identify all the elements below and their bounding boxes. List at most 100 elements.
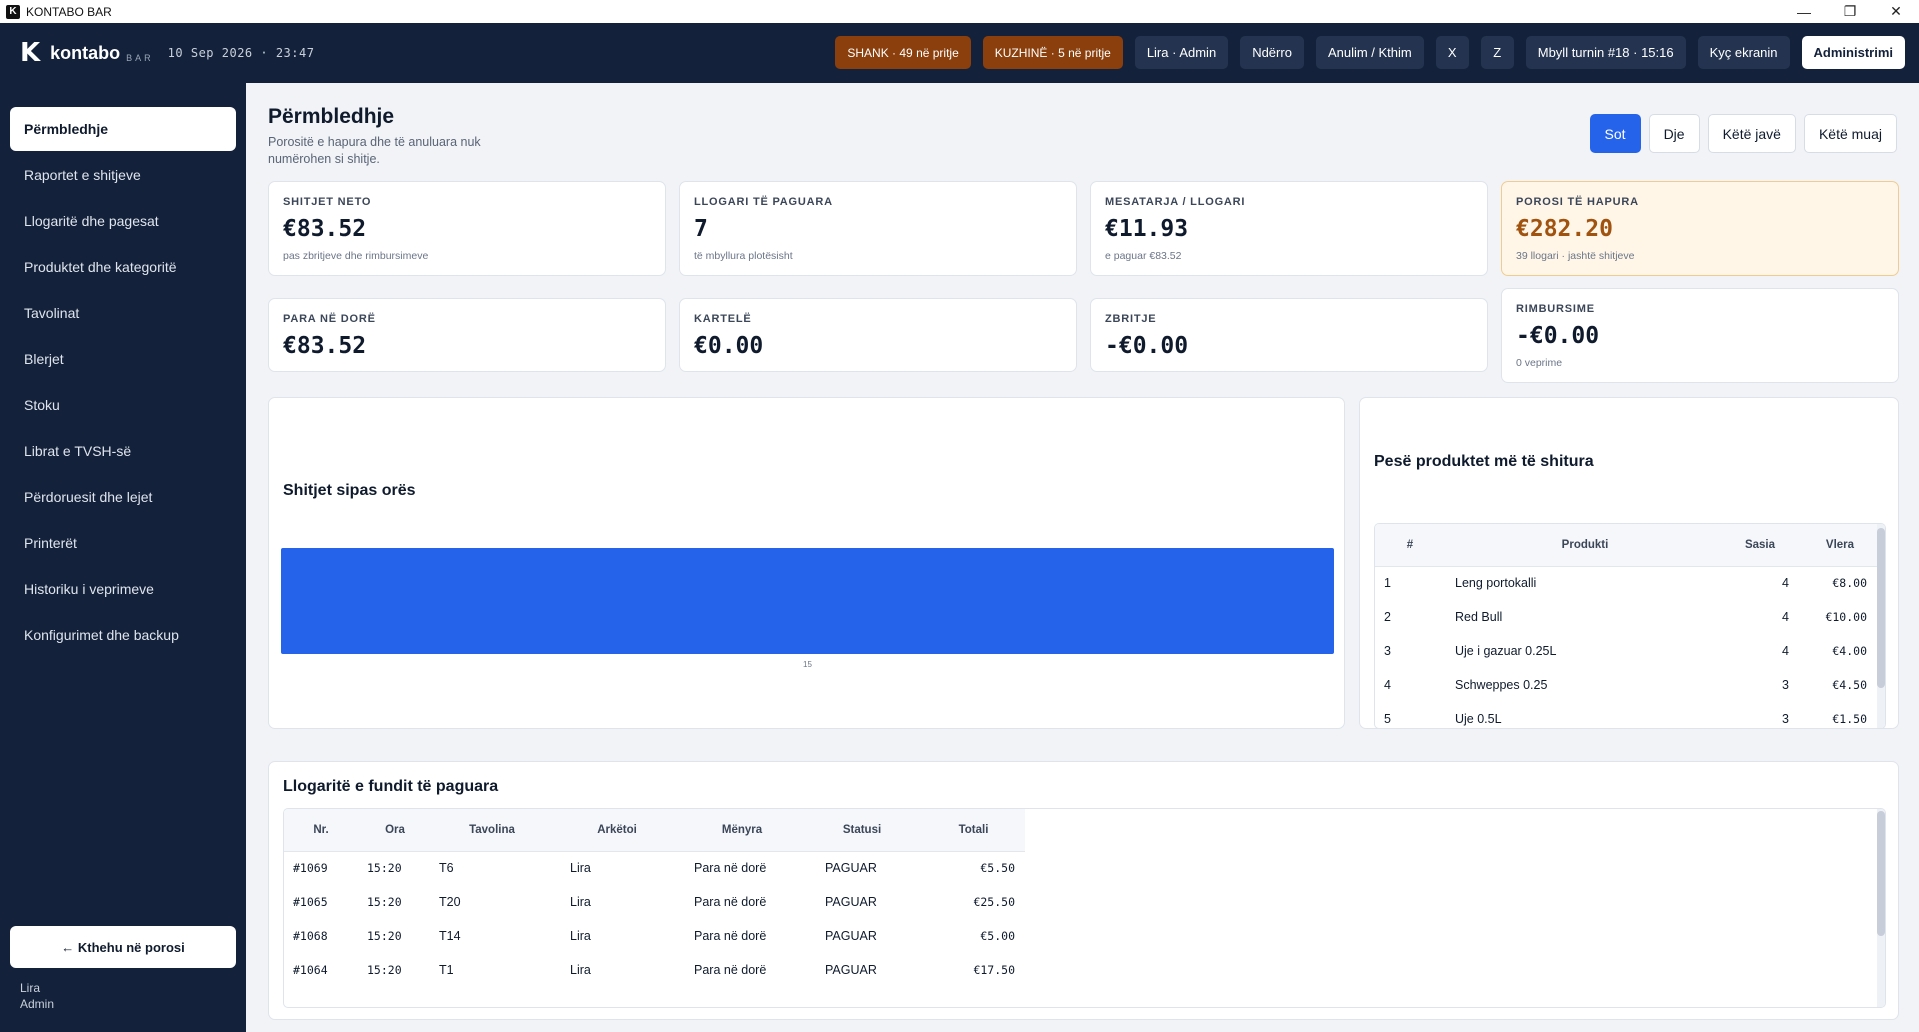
paid-bills-card: LLOGARI TË PAGUARA 7 të mbyllura plotësi…	[679, 181, 1077, 276]
table-row[interactable]: #1064 15:20 T1 Lira Para në dorë PAGUAR …	[284, 953, 1025, 987]
period-this-week-button[interactable]: Këtë javë	[1707, 114, 1796, 153]
sidebar-item-stock[interactable]: Stoku	[10, 383, 236, 427]
column-header: Vlera	[1795, 524, 1885, 567]
bill-cashier: Lira	[570, 895, 591, 909]
cancel-refund-button[interactable]: Anulim / Kthim	[1315, 36, 1424, 69]
sidebar-nav: Përmbledhje Raportet e shitjeve Llogarit…	[10, 107, 236, 659]
table-row[interactable]: #1069 15:20 T6 Lira Para në dorë PAGUAR …	[284, 851, 1025, 885]
sidebar-item-tables[interactable]: Tavolinat	[10, 291, 236, 335]
sidebar-item-products-categories[interactable]: Produktet dhe kategoritë	[10, 245, 236, 289]
bill-status: PAGUAR	[825, 963, 877, 977]
minimize-button[interactable]: —	[1781, 0, 1827, 23]
sidebar-item-overview[interactable]: Përmbledhje	[10, 107, 236, 151]
product-name: Uje i gazuar 0.25L	[1455, 644, 1557, 658]
column-header: Ora	[358, 809, 432, 852]
open-orders-card: POROSI TË HAPURA €282.20 39 llogari · ja…	[1501, 181, 1899, 276]
table-scrollbar[interactable]	[1877, 809, 1885, 1007]
bill-method: Para në dorë	[694, 895, 767, 909]
sales-by-hour-card: Shitjet sipas orës 15	[268, 397, 1345, 729]
header-datetime: 10 Sep 2026 · 23:47	[167, 46, 315, 60]
product-name: Red Bull	[1455, 610, 1503, 624]
sidebar-item-users-permissions[interactable]: Përdoruesit dhe lejet	[10, 475, 236, 519]
recent-bills-title: Llogaritë e fundit të paguara	[283, 778, 499, 795]
stat-value: -€0.00	[1105, 333, 1189, 359]
recent-bills-table[interactable]: Nr. Ora Tavolina Arkëtoi Mënyra Statusi …	[283, 808, 1886, 1008]
column-header: Sasia	[1725, 524, 1795, 567]
bill-table: T20	[439, 895, 461, 909]
stat-note: e paguar €83.52	[1105, 250, 1182, 262]
sidebar-item-bills-payments[interactable]: Llogaritë dhe pagesat	[10, 199, 236, 243]
period-this-month-button[interactable]: Këtë muaj	[1803, 114, 1897, 153]
column-header: Totali	[922, 809, 1025, 852]
stat-label: ZBRITJE	[1105, 313, 1157, 325]
scrollbar-thumb[interactable]	[1877, 528, 1885, 688]
product-value: €4.00	[1832, 644, 1867, 658]
sidebar-item-printers[interactable]: Printerët	[10, 521, 236, 565]
product-value: €1.50	[1832, 712, 1867, 726]
current-user-button[interactable]: Lira · Admin	[1134, 36, 1229, 69]
stat-value: €83.52	[283, 333, 367, 359]
bar-queue-button[interactable]: SHANK · 49 në pritje	[835, 36, 971, 69]
sidebar-item-vat-books[interactable]: Librat e TVSH-së	[10, 429, 236, 473]
product-rank: 4	[1384, 678, 1391, 692]
sidebar-item-sales-reports[interactable]: Raportet e shitjeve	[10, 153, 236, 197]
column-header: Mënyra	[682, 809, 802, 852]
table-row[interactable]: #1065 15:20 T20 Lira Para në dorë PAGUAR…	[284, 885, 1025, 919]
sidebar-user-info: Lira Admin	[20, 980, 54, 1012]
period-yesterday-button[interactable]: Dje	[1648, 114, 1700, 153]
column-header: #	[1375, 524, 1445, 567]
stat-value: €83.52	[283, 216, 367, 242]
bill-cashier: Lira	[570, 861, 591, 876]
product-qty: 4	[1782, 576, 1789, 591]
bill-time: 15:20	[367, 929, 402, 943]
administration-button[interactable]: Administrimi	[1801, 36, 1905, 69]
app-icon: K	[6, 4, 20, 19]
period-today-button[interactable]: Sot	[1589, 114, 1641, 153]
product-qty: 4	[1782, 644, 1789, 658]
stat-label: RIMBURSIME	[1516, 303, 1595, 315]
product-qty: 3	[1782, 712, 1789, 726]
stat-label: KARTELË	[694, 313, 752, 325]
switch-user-button[interactable]: Ndërro	[1240, 36, 1304, 69]
stat-note: pas zbritjeve dhe rimbursimeve	[283, 250, 429, 262]
product-value: €10.00	[1825, 610, 1867, 624]
product-rank: 2	[1384, 610, 1391, 624]
bill-method: Para në dorë	[694, 861, 767, 876]
lock-screen-button[interactable]: Kyç ekranin	[1697, 36, 1790, 69]
scrollbar-thumb[interactable]	[1877, 811, 1885, 936]
sidebar-item-settings-backup[interactable]: Konfigurimet dhe backup	[10, 613, 236, 657]
table-row: 3 Uje i gazuar 0.25L 4 €4.00	[1375, 634, 1885, 668]
table-row: 5 Uje 0.5L 3 €1.50	[1375, 702, 1885, 728]
x-report-button[interactable]: X	[1435, 36, 1469, 69]
product-rank: 1	[1384, 576, 1391, 591]
bill-time: 15:20	[367, 861, 402, 876]
bill-status: PAGUAR	[825, 895, 877, 909]
z-report-button[interactable]: Z	[1480, 36, 1514, 69]
top-products-title: Pesë produktet më të shitura	[1374, 453, 1594, 470]
close-shift-button[interactable]: Mbyll turnin #18 · 15:16	[1525, 36, 1686, 69]
bill-number: #1064	[293, 963, 328, 977]
table-row: 4 Schweppes 0.25 3 €4.50	[1375, 668, 1885, 702]
table-scrollbar[interactable]	[1877, 524, 1885, 728]
bill-total: €5.00	[980, 929, 1015, 943]
table-header-row: Nr. Ora Tavolina Arkëtoi Mënyra Statusi …	[284, 809, 1025, 852]
header-actions: SHANK · 49 në pritje KUZHINË · 5 në prit…	[835, 36, 1905, 69]
period-selector: Sot Dje Këtë javë Këtë muaj	[1589, 114, 1897, 153]
column-header: Produkti	[1445, 524, 1725, 567]
discounts-card: ZBRITJE -€0.00	[1090, 298, 1488, 372]
bill-method: Para në dorë	[694, 929, 767, 943]
column-header: Nr.	[284, 809, 358, 852]
back-to-orders-button[interactable]: ← Kthehu në porosi	[10, 926, 236, 968]
sales-by-hour-chart: 15	[281, 548, 1334, 669]
kitchen-queue-button[interactable]: KUZHINË · 5 në pritje	[982, 36, 1123, 69]
table-row[interactable]: #1068 15:20 T14 Lira Para në dorë PAGUAR…	[284, 919, 1025, 953]
sidebar-item-purchases[interactable]: Blerjet	[10, 337, 236, 381]
maximize-button[interactable]: ❐	[1827, 0, 1873, 23]
bill-time: 15:20	[367, 895, 402, 909]
net-sales-card: SHITJET NETO €83.52 pas zbritjeve dhe ri…	[268, 181, 666, 276]
window-title: KONTABO BAR	[26, 4, 112, 19]
top-products-table[interactable]: # Produkti Sasia Vlera 1 Leng portokalli…	[1374, 523, 1886, 729]
sidebar-item-activity-history[interactable]: Historiku i veprimeve	[10, 567, 236, 611]
close-button[interactable]: ✕	[1873, 0, 1919, 23]
brand-sub: BAR	[126, 53, 154, 63]
